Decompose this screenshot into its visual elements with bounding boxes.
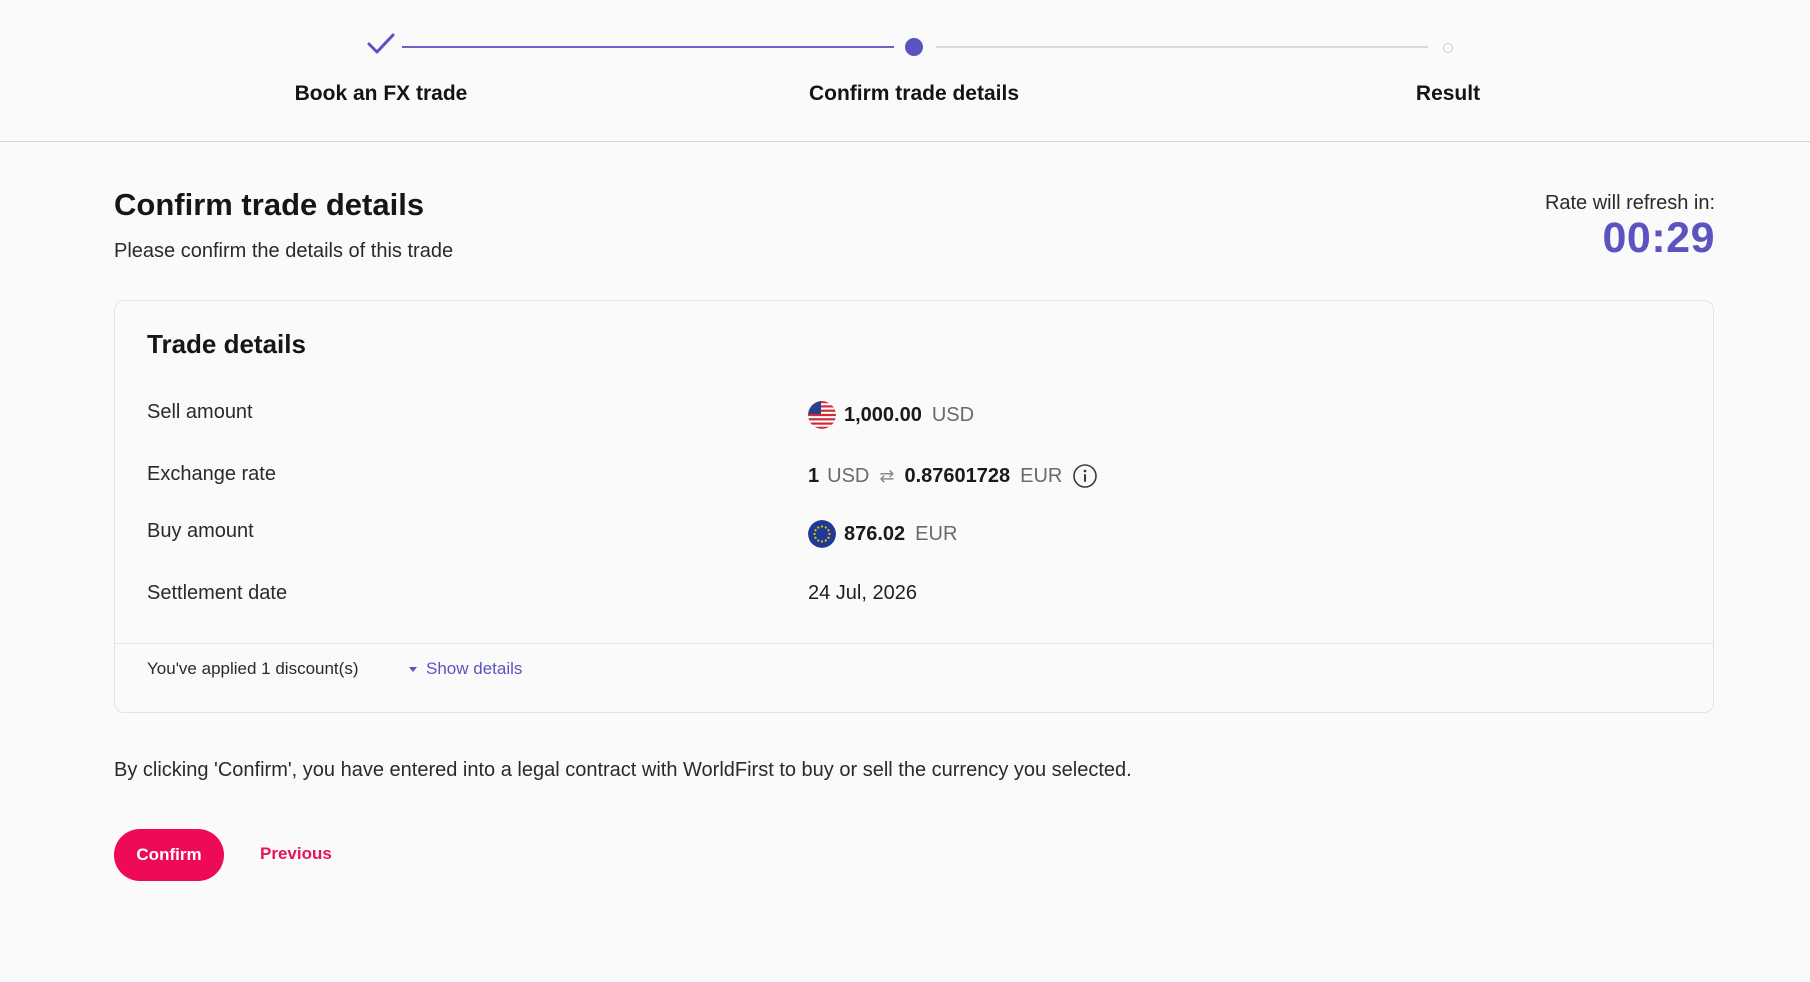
page-title: Confirm trade details <box>114 187 425 222</box>
caret-down-icon <box>409 667 417 672</box>
rate-from-currency: USD <box>827 464 870 487</box>
eu-flag-icon <box>808 520 836 548</box>
settlement-date: 24 Jul, 2026 <box>808 582 917 604</box>
show-details-toggle[interactable]: Show details <box>408 659 522 679</box>
buy-amount-value: 876.02 EUR <box>808 520 957 548</box>
rate-refresh-timer: 00:29 <box>1602 214 1715 262</box>
rate-to-amount: 0.87601728 <box>904 464 1011 487</box>
step-label-confirm: Confirm trade details <box>808 82 1020 105</box>
settlement-date-value: 24 Jul, 2026 <box>808 582 917 605</box>
exchange-rate-value: 1 USD ⇄ 0.87601728 EUR <box>808 463 1098 489</box>
buy-currency: EUR <box>915 522 958 545</box>
card-title: Trade details <box>147 329 306 359</box>
step-current-dot <box>905 38 923 56</box>
rate-to-currency: EUR <box>1020 464 1063 487</box>
step-connector-upcoming <box>936 46 1428 48</box>
confirm-button[interactable]: Confirm <box>114 829 224 881</box>
info-icon[interactable] <box>1072 463 1098 489</box>
show-details-label: Show details <box>426 659 523 678</box>
sell-amount-label: Sell amount <box>147 401 253 423</box>
discount-text: You've applied 1 discount(s) <box>147 659 359 678</box>
buy-amount-label: Buy amount <box>147 520 254 542</box>
progress-stepper: Book an FX trade Confirm trade details R… <box>0 0 1810 142</box>
rate-from-amount: 1 <box>808 464 820 487</box>
step-connector-complete <box>402 46 894 48</box>
sell-amount-value: 1,000.00 USD <box>808 401 974 429</box>
sell-currency: USD <box>931 403 975 426</box>
page-subtitle: Please confirm the details of this trade <box>114 240 454 262</box>
buy-amount: 876.02 <box>844 522 906 545</box>
step-label-book: Book an FX trade <box>294 82 468 105</box>
step-upcoming-dot <box>1443 43 1453 53</box>
exchange-rate-label: Exchange rate <box>147 463 276 485</box>
step-label-result: Result <box>1415 82 1481 105</box>
checkmark-icon <box>367 33 395 54</box>
settlement-date-label: Settlement date <box>147 582 288 604</box>
rate-refresh-label: Rate will refresh in: <box>1544 192 1715 214</box>
legal-disclaimer: By clicking 'Confirm', you have entered … <box>114 759 1132 781</box>
trade-details-body: Trade details Sell amount 1,000.00 USD E… <box>115 301 1713 644</box>
trade-details-card: Trade details Sell amount 1,000.00 USD E… <box>114 300 1714 713</box>
swap-arrows-icon: ⇄ <box>879 465 895 486</box>
previous-button[interactable]: Previous <box>260 844 332 864</box>
us-flag-icon <box>808 401 836 429</box>
sell-amount: 1,000.00 <box>844 403 922 426</box>
